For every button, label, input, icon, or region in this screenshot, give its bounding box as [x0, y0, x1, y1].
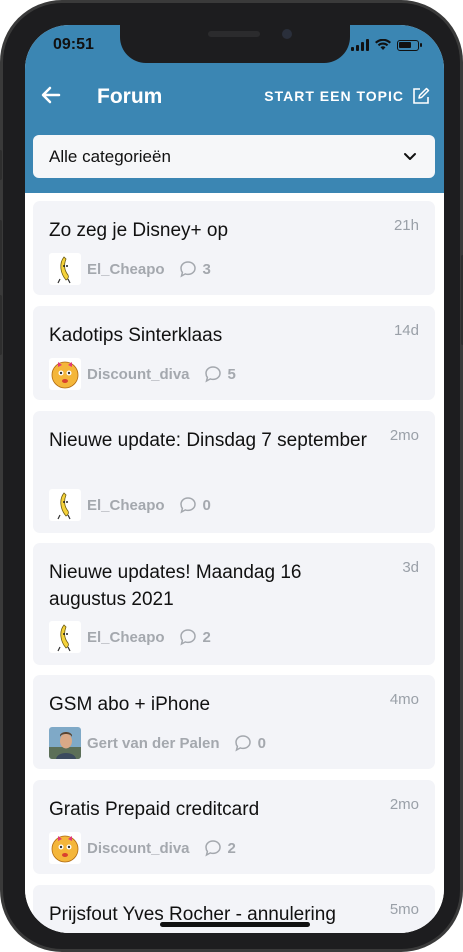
- comment-icon: [234, 735, 251, 752]
- start-topic-button[interactable]: START EEN TOPIC: [264, 87, 430, 105]
- volume-up-button: [0, 220, 2, 280]
- edit-icon: [413, 87, 430, 104]
- topic-age: 14d: [393, 322, 419, 339]
- topic-meta: Gert van der Palen 0: [49, 727, 266, 759]
- topic-age: 2mo: [389, 796, 419, 813]
- topic-age: 2mo: [389, 427, 419, 444]
- topic-card[interactable]: GSM abo + iPhone 4mo Gert van der Palen …: [33, 675, 435, 769]
- topic-user[interactable]: Discount_diva: [87, 366, 190, 383]
- comment-count: 5: [227, 365, 236, 383]
- status-icons: [351, 37, 422, 53]
- comment-icon: [204, 840, 221, 857]
- comment-count: 0: [257, 734, 266, 752]
- chevron-down-icon: [404, 153, 416, 160]
- comment-icon: [179, 629, 196, 646]
- status-time: 09:51: [53, 36, 94, 53]
- comment-count: 3: [202, 260, 211, 278]
- topic-title: Nieuwe update: Dinsdag 7 september: [49, 430, 367, 451]
- topic-meta: El_Cheapo 0: [49, 489, 211, 521]
- topic-card[interactable]: Zo zeg je Disney+ op 21h El_Cheapo 3: [33, 201, 435, 295]
- topic-meta: El_Cheapo 2: [49, 621, 211, 653]
- nav-bar: Forum START EEN TOPIC: [25, 77, 444, 117]
- topic-age: 3d: [402, 559, 419, 576]
- topic-card[interactable]: Nieuwe updates! Maandag 16 augustus 2021…: [33, 543, 435, 665]
- category-select[interactable]: Alle categorieën: [33, 135, 435, 178]
- topic-age: 5mo: [389, 901, 419, 918]
- comment-icon: [179, 497, 196, 514]
- comment-count: 0: [202, 496, 211, 514]
- signal-icon: [351, 39, 369, 51]
- banana-avatar[interactable]: [49, 253, 81, 285]
- wifi-icon: [375, 39, 391, 50]
- emoji-avatar[interactable]: [49, 832, 81, 864]
- comment-icon: [204, 366, 221, 383]
- phone-frame: 09:51 Forum START EEN TOPIC Alle categor…: [0, 0, 463, 952]
- banana-avatar[interactable]: [49, 489, 81, 521]
- topic-title: Gratis Prepaid creditcard: [49, 799, 260, 820]
- comment-count: 2: [227, 839, 236, 857]
- photo-avatar[interactable]: [49, 727, 81, 759]
- mute-switch: [0, 150, 2, 180]
- topic-age: 4mo: [389, 691, 419, 708]
- home-indicator[interactable]: [160, 922, 310, 927]
- phone-bezel: 09:51 Forum START EEN TOPIC Alle categor…: [3, 3, 460, 949]
- battery-icon: [397, 39, 419, 51]
- back-arrow-icon[interactable]: [39, 83, 63, 107]
- category-select-value: Alle categorieën: [49, 147, 171, 166]
- topic-title: GSM abo + iPhone: [49, 694, 211, 715]
- speaker: [208, 31, 260, 37]
- banana-avatar[interactable]: [49, 621, 81, 653]
- comment-count: 2: [202, 628, 211, 646]
- topic-meta: Discount_diva 2: [49, 832, 236, 864]
- topic-card[interactable]: Nieuwe update: Dinsdag 7 september 2mo E…: [33, 411, 435, 533]
- topic-user[interactable]: Gert van der Palen: [87, 735, 220, 752]
- topic-card[interactable]: Gratis Prepaid creditcard 2mo Discount_d…: [33, 780, 435, 874]
- topic-card[interactable]: Kadotips Sinterklaas 14d Discount_diva 5: [33, 306, 435, 400]
- camera: [282, 29, 292, 39]
- screen: 09:51 Forum START EEN TOPIC Alle categor…: [25, 25, 444, 933]
- topic-list: Zo zeg je Disney+ op 21h El_Cheapo 3 Kad…: [25, 193, 444, 933]
- topic-age: 21h: [393, 217, 419, 234]
- topic-meta: Discount_diva 5: [49, 358, 236, 390]
- comment-icon: [179, 261, 196, 278]
- battery-tip: [420, 43, 422, 47]
- topic-user[interactable]: Discount_diva: [87, 840, 190, 857]
- app-header: 09:51 Forum START EEN TOPIC Alle categor…: [25, 25, 444, 213]
- start-topic-label: START EEN TOPIC: [264, 88, 404, 104]
- topic-user[interactable]: El_Cheapo: [87, 261, 165, 278]
- topic-meta: El_Cheapo 3: [49, 253, 211, 285]
- topic-title: Nieuwe updates! Maandag 16 augustus 2021: [49, 562, 302, 610]
- topic-user[interactable]: El_Cheapo: [87, 497, 165, 514]
- topic-title: Zo zeg je Disney+ op: [49, 220, 229, 241]
- volume-down-button: [0, 295, 2, 355]
- topic-title: Kadotips Sinterklaas: [49, 325, 223, 346]
- page-title: Forum: [97, 85, 163, 108]
- topic-user[interactable]: El_Cheapo: [87, 629, 165, 646]
- emoji-avatar[interactable]: [49, 358, 81, 390]
- notch: [120, 25, 350, 63]
